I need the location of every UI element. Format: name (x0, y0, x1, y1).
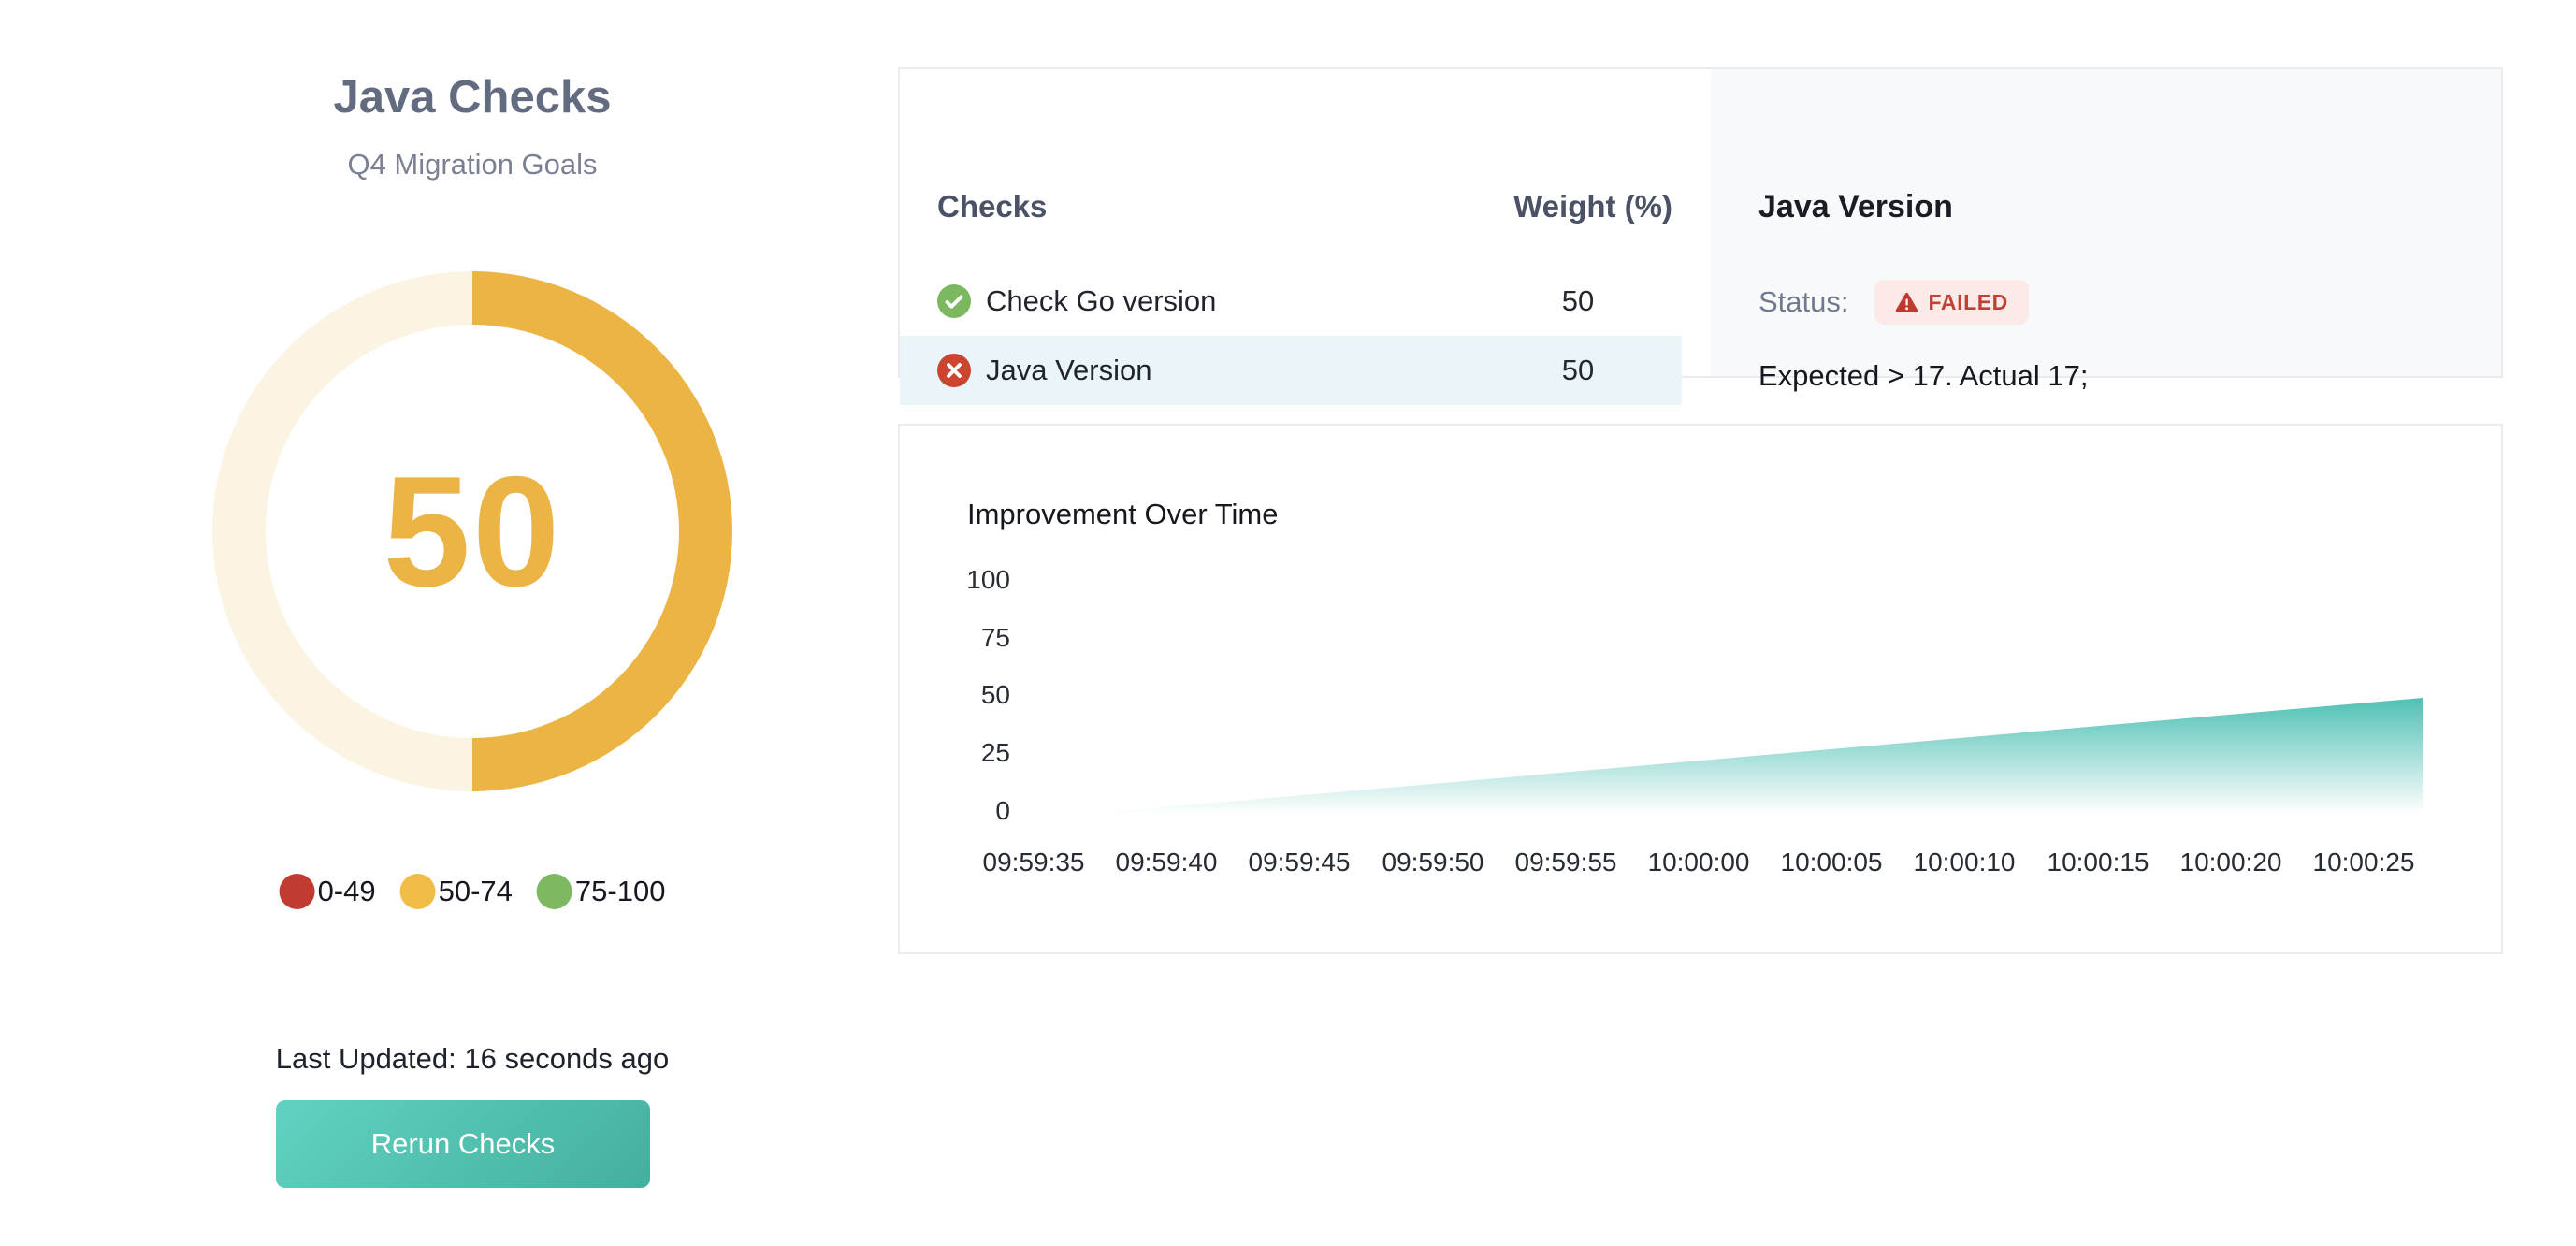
rerun-checks-button[interactable]: Rerun Checks (276, 1100, 650, 1188)
detail-message: Expected > 17. Actual 17; (1758, 359, 2088, 393)
score-gauge: 50 (212, 271, 732, 791)
check-row-go-version[interactable]: Check Go version 50 (900, 267, 1682, 336)
check-row-java-version[interactable]: Java Version 50 (900, 336, 1682, 405)
y-tick: 100 (907, 566, 1010, 594)
page-subtitle: Q4 Migration Goals (347, 148, 597, 181)
check-failed-icon (937, 354, 971, 387)
y-tick: 75 (907, 624, 1010, 652)
x-tick: 10:00:20 (2180, 848, 2282, 877)
chart-title: Improvement Over Time (967, 498, 1278, 531)
legend-item-low: 0-49 (280, 874, 376, 909)
x-tick: 09:59:45 (1249, 848, 1351, 877)
gauge-value: 50 (384, 442, 562, 622)
legend-dot-yellow-icon (400, 874, 436, 909)
legend-item-high: 75-100 (537, 874, 666, 909)
status-label: Status: (1758, 285, 1849, 319)
check-name: Check Go version (986, 284, 1216, 318)
legend-label: 0-49 (318, 875, 376, 908)
x-tick: 09:59:40 (1116, 848, 1218, 877)
page-title: Java Checks (334, 71, 612, 123)
dashboard: Java Checks Q4 Migration Goals 50 0-49 5… (0, 0, 2576, 1246)
check-passed-icon (937, 284, 971, 318)
improvement-area-chart (1012, 563, 2471, 834)
checks-table: Checks Weight (%) Check Go version 50 (900, 69, 1711, 376)
x-tick: 10:00:10 (1914, 848, 2016, 877)
x-tick: 10:00:15 (2048, 848, 2149, 877)
check-weight: 50 (1512, 284, 1643, 318)
detail-title: Java Version (1758, 189, 1953, 225)
check-name: Java Version (986, 354, 1152, 387)
y-tick: 50 (907, 681, 1010, 709)
score-gauge-hole: 50 (266, 325, 679, 738)
legend-item-mid: 50-74 (400, 874, 513, 909)
column-header-checks: Checks (937, 189, 1047, 225)
warning-icon (1895, 292, 1918, 313)
x-tick: 09:59:35 (983, 848, 1085, 877)
checks-card: Checks Weight (%) Check Go version 50 (898, 67, 2503, 378)
gauge-legend: 0-49 50-74 75-100 (280, 874, 666, 909)
column-header-weight: Weight (%) (1513, 189, 1672, 225)
status-value: FAILED (1929, 290, 2008, 315)
y-tick: 25 (907, 739, 1010, 767)
improvement-chart-card: Improvement Over Time 100 75 50 25 0 09:… (898, 424, 2503, 954)
x-tick: 09:59:50 (1382, 848, 1484, 877)
legend-dot-green-icon (537, 874, 572, 909)
last-updated-text: Last Updated: 16 seconds ago (276, 1042, 670, 1076)
checks-table-header: Checks Weight (%) (937, 189, 1672, 225)
check-weight: 50 (1512, 354, 1643, 387)
legend-label: 75-100 (575, 875, 666, 908)
status-badge: FAILED (1874, 280, 2029, 325)
x-tick: 10:00:05 (1781, 848, 1883, 877)
x-tick: 10:00:25 (2313, 848, 2415, 877)
x-tick: 09:59:55 (1515, 848, 1617, 877)
legend-label: 50-74 (439, 875, 513, 908)
x-tick: 10:00:00 (1648, 848, 1750, 877)
legend-dot-red-icon (280, 874, 315, 909)
check-detail-panel: Java Version Status: FAILED Expected > 1… (1711, 69, 2501, 376)
status-line: Status: FAILED (1758, 280, 2029, 325)
y-tick: 0 (907, 797, 1010, 825)
